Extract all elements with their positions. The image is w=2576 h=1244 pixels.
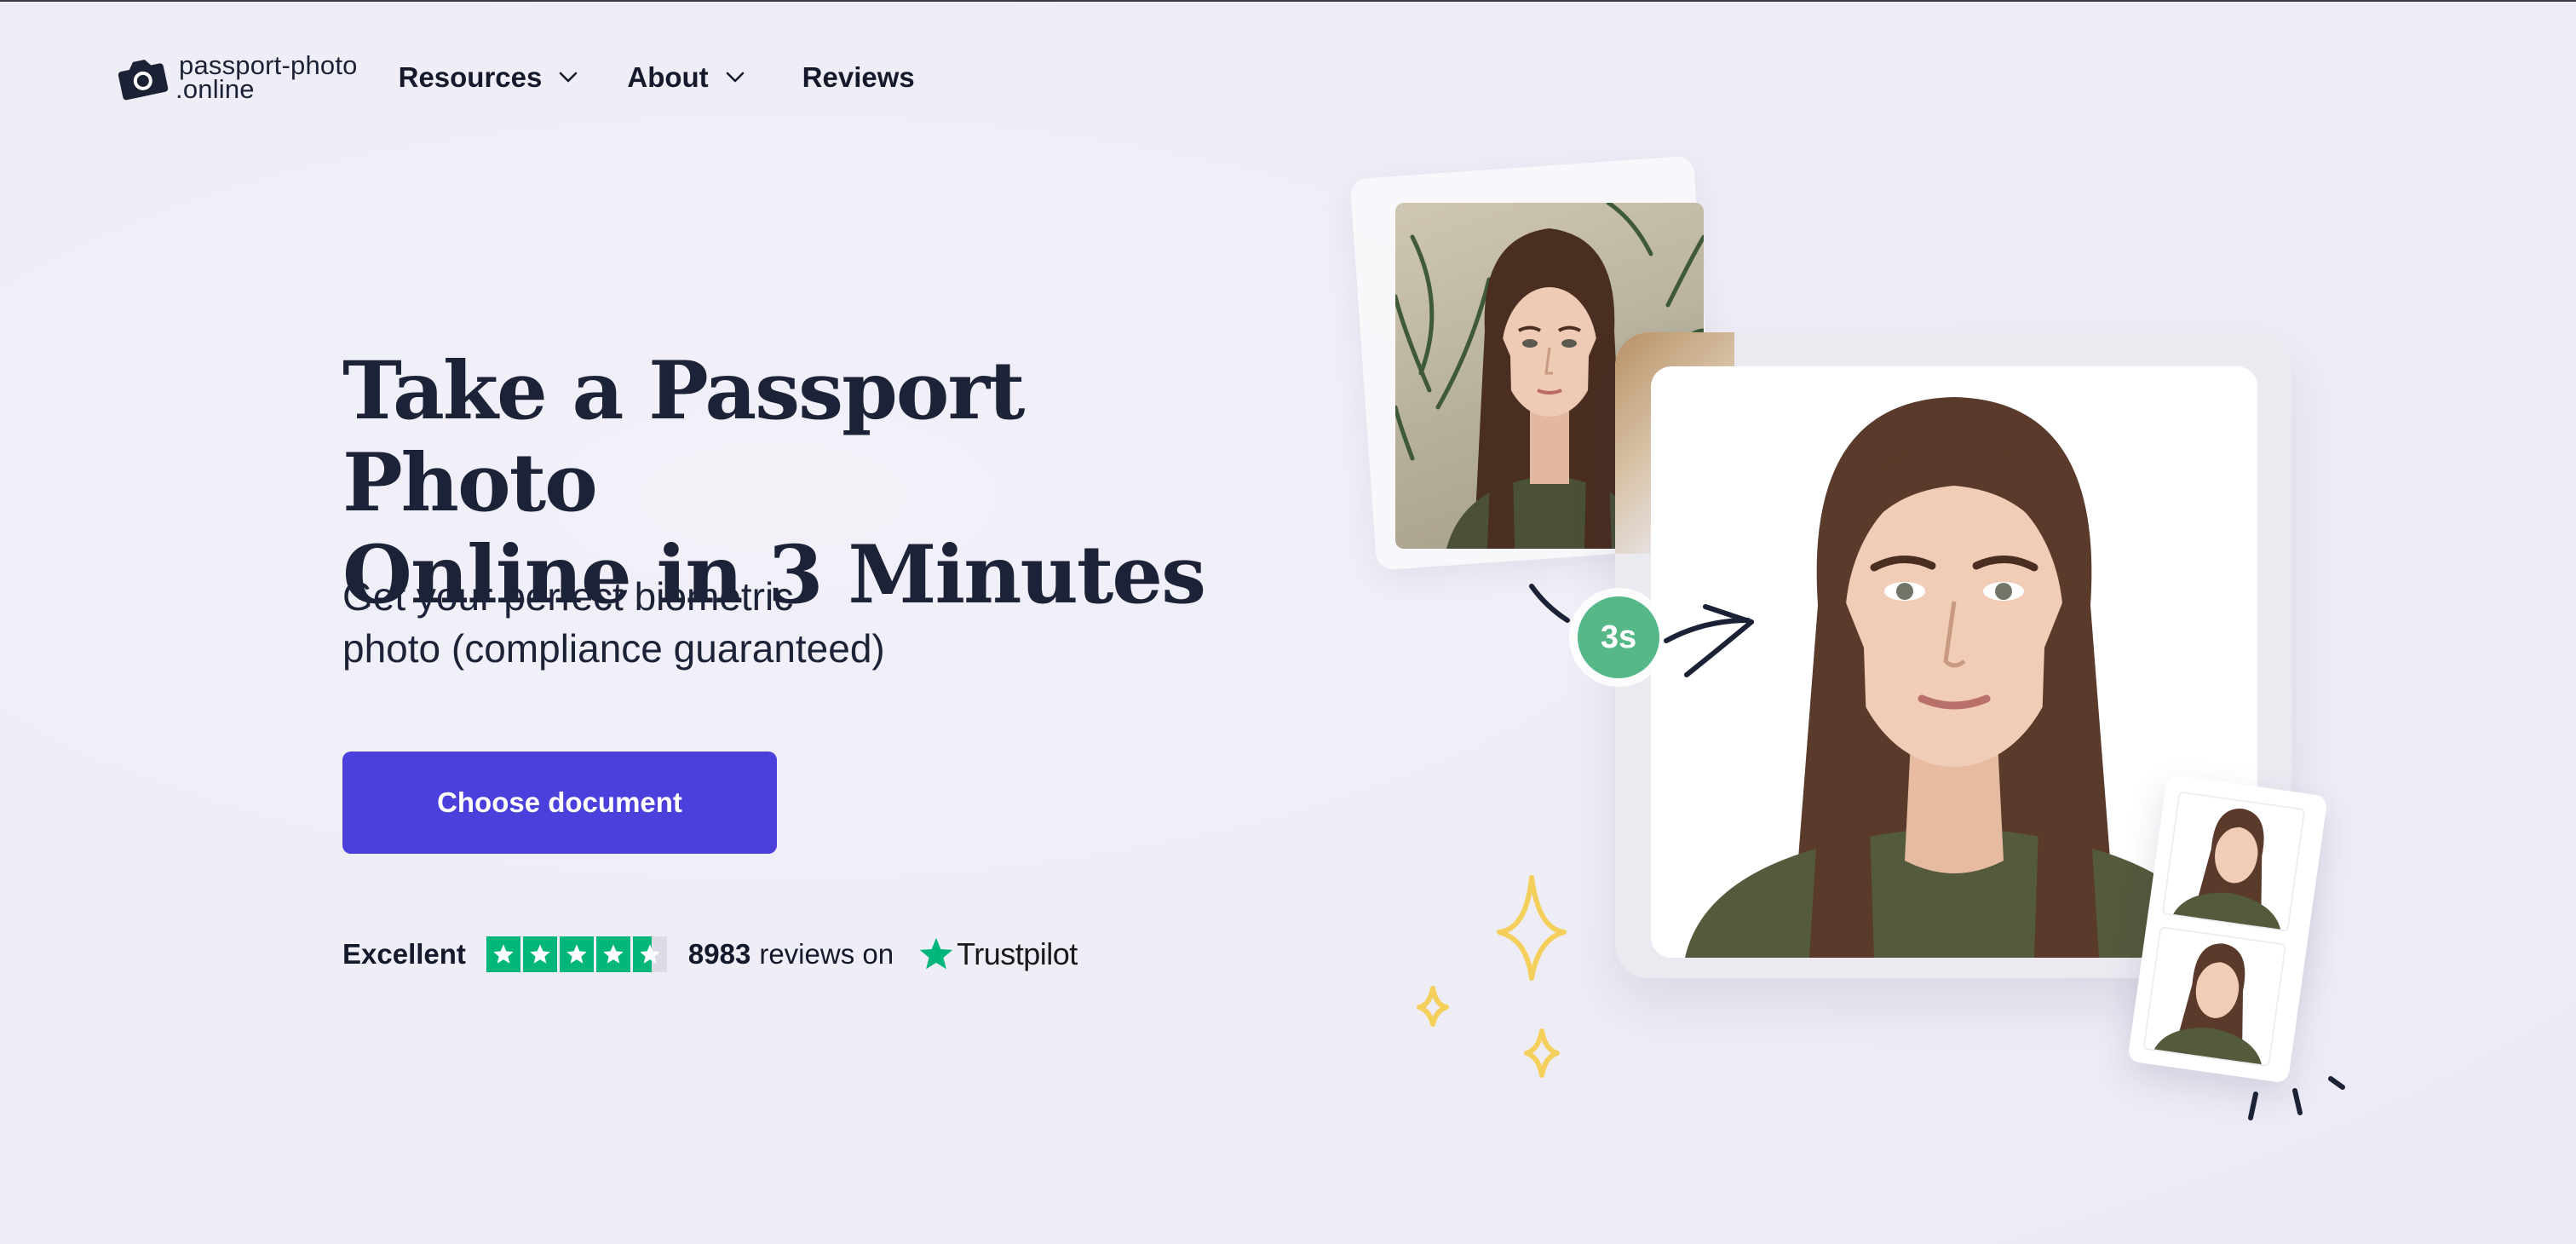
mini-photo [2161,791,2306,932]
tick-mark-icon [1529,584,1570,623]
star-icon [486,936,520,972]
trustpilot-wordmark: Trustpilot [957,936,1078,971]
trustpilot-logo: Trustpilot [917,936,1078,973]
hero-illustration: 3s [1349,153,2385,1142]
hero-subtitle-line-2: photo (compliance guaranteed) [342,626,885,671]
sparkle-icon [1497,875,1567,981]
nav-item-label: Resources [398,61,543,93]
nav-item-resources[interactable]: Resources [399,61,578,94]
nav-item-reviews[interactable]: Reviews [802,61,915,94]
main-navigation: passport-photo .online Resources About R… [114,48,915,107]
logo-line-2: .online [175,74,255,104]
star-icon [595,936,630,972]
reviews-on-text: reviews on [759,938,894,970]
half-star-icon [632,936,667,972]
woman-mini-illustration [2152,943,2263,1068]
choose-document-button[interactable]: Choose document [342,752,777,854]
review-count: 8983 [687,938,751,970]
hero-subtitle: Get your perfect biometric photo (compli… [342,571,1109,675]
trustpilot-rating[interactable]: Excellent 8983 reviews on Trustpilot [342,934,1078,975]
hero-subtitle-line-1: Get your perfect biometric [342,574,794,619]
star-icon [559,936,594,972]
top-border [0,0,2576,2]
rating-stars [486,936,670,972]
star-icon [522,936,557,972]
chevron-down-icon [726,72,744,83]
camera-icon [118,59,169,101]
sparkle-icon [1524,1028,1560,1078]
nav-item-label: About [627,61,709,93]
hero-title-line-1: Take a Passport Photo [342,344,1025,530]
nav-item-label: Reviews [802,61,915,93]
sparkle-icon [1417,986,1449,1027]
chevron-down-icon [560,72,578,83]
rating-label: Excellent [342,938,466,970]
site-logo[interactable]: passport-photo .online [114,52,358,103]
burst-line-icon [2248,1091,2258,1120]
mini-photo [2142,925,2287,1068]
nav-item-about[interactable]: About [627,61,744,94]
timer-badge: 3s [1578,596,1659,678]
logo-wordmark: passport-photo .online [175,52,358,102]
woman-mini-illustration [2171,809,2281,932]
trustpilot-star-icon [919,937,953,970]
